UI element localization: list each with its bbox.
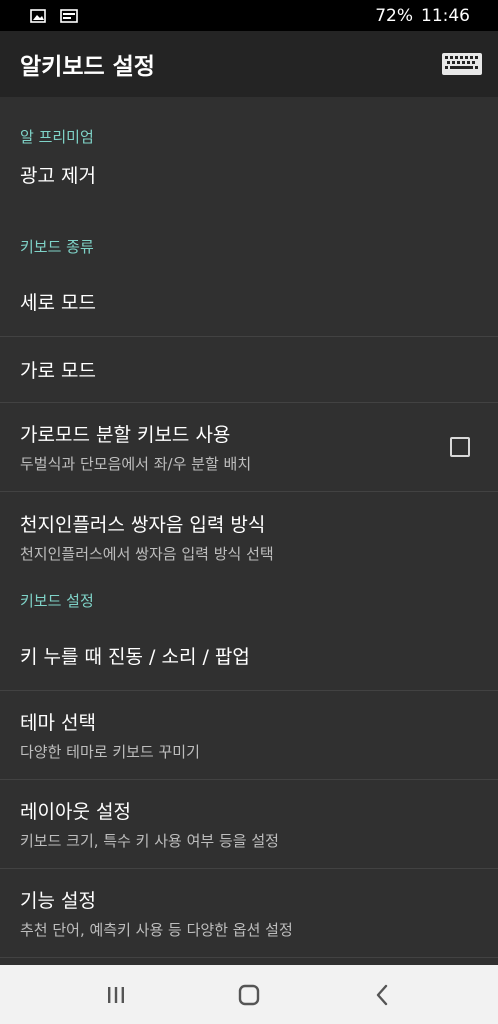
features-title: 기능 설정 [20, 890, 96, 912]
status-left [30, 8, 78, 23]
theme-title: 테마 선택 [20, 712, 96, 734]
features-subtitle: 추천 단어, 예측키 사용 등 다양한 옵션 설정 [20, 921, 293, 939]
landscape-mode-item[interactable]: 가로 모드 [0, 337, 498, 403]
layout-item[interactable]: 레이아웃 설정 키보드 크기, 특수 키 사용 여부 등을 설정 [0, 780, 498, 869]
split-keyboard-item[interactable]: 가로모드 분할 키보드 사용 두벌식과 단모음에서 좌/우 분할 배치 [0, 403, 498, 492]
remove-ads-label: 광고 제거 [20, 165, 96, 187]
status-bar: 72% 11:46 [0, 0, 498, 31]
back-button[interactable] [362, 975, 402, 1015]
status-right: 72% 11:46 [375, 6, 470, 26]
key-feedback-label: 키 누를 때 진동 / 소리 / 팝업 [20, 646, 250, 668]
settings-list: 알 프리미엄 광고 제거 키보드 종류 세로 모드 가로 모드 가로모드 분할 … [0, 97, 498, 965]
recent-apps-icon [108, 986, 125, 1003]
features-item[interactable]: 기능 설정 추천 단어, 예측키 사용 등 다양한 옵션 설정 [0, 869, 498, 958]
remove-ads-item[interactable]: 광고 제거 [0, 157, 498, 217]
back-icon [376, 984, 387, 1005]
layout-text: 레이아웃 설정 키보드 크기, 특수 키 사용 여부 등을 설정 [20, 797, 279, 851]
split-keyboard-title: 가로모드 분할 키보드 사용 [20, 424, 231, 446]
portrait-mode-item[interactable]: 세로 모드 [0, 267, 498, 337]
theme-item[interactable]: 테마 선택 다양한 테마로 키보드 꾸미기 [0, 691, 498, 780]
cheonjiin-item[interactable]: 천지인플러스 쌍자음 입력 방식 천지인플러스에서 쌍자음 입력 방식 선택 [0, 492, 498, 581]
category-keyboard-type: 키보드 종류 [20, 238, 94, 256]
theme-text: 테마 선택 다양한 테마로 키보드 꾸미기 [20, 708, 200, 762]
keyboard-icon[interactable] [442, 53, 482, 75]
home-button[interactable] [229, 975, 269, 1015]
cheonjiin-title: 천지인플러스 쌍자음 입력 방식 [20, 513, 266, 536]
layout-title: 레이아웃 설정 [20, 801, 131, 823]
split-keyboard-text: 가로모드 분할 키보드 사용 두벌식과 단모음에서 좌/우 분할 배치 [20, 420, 251, 474]
cheonjiin-subtitle: 천지인플러스에서 쌍자음 입력 방식 선택 [20, 544, 274, 563]
home-icon [238, 984, 260, 1005]
category-keyboard-settings: 키보드 설정 [20, 592, 94, 610]
key-feedback-item[interactable]: 키 누를 때 진동 / 소리 / 팝업 [0, 621, 498, 691]
cheonjiin-text: 천지인플러스 쌍자음 입력 방식 천지인플러스에서 쌍자음 입력 방식 선택 [20, 510, 274, 564]
theme-subtitle: 다양한 테마로 키보드 꾸미기 [20, 743, 200, 761]
clock: 11:46 [421, 5, 470, 26]
features-text: 기능 설정 추천 단어, 예측키 사용 등 다양한 옵션 설정 [20, 886, 293, 940]
recent-apps-button[interactable] [96, 975, 136, 1015]
message-icon [60, 8, 78, 23]
navigation-bar [0, 965, 498, 1024]
landscape-mode-label: 가로 모드 [20, 360, 96, 382]
category-premium: 알 프리미엄 [20, 128, 94, 146]
app-bar: 알키보드 설정 [0, 31, 498, 97]
page-title: 알키보드 설정 [20, 54, 155, 80]
portrait-mode-label: 세로 모드 [20, 292, 96, 314]
split-keyboard-checkbox[interactable] [450, 437, 470, 457]
battery-level: 72% [375, 5, 413, 26]
split-keyboard-subtitle: 두벌식과 단모음에서 좌/우 분할 배치 [20, 455, 252, 473]
gallery-icon [30, 8, 46, 23]
layout-subtitle: 키보드 크기, 특수 키 사용 여부 등을 설정 [20, 832, 279, 850]
